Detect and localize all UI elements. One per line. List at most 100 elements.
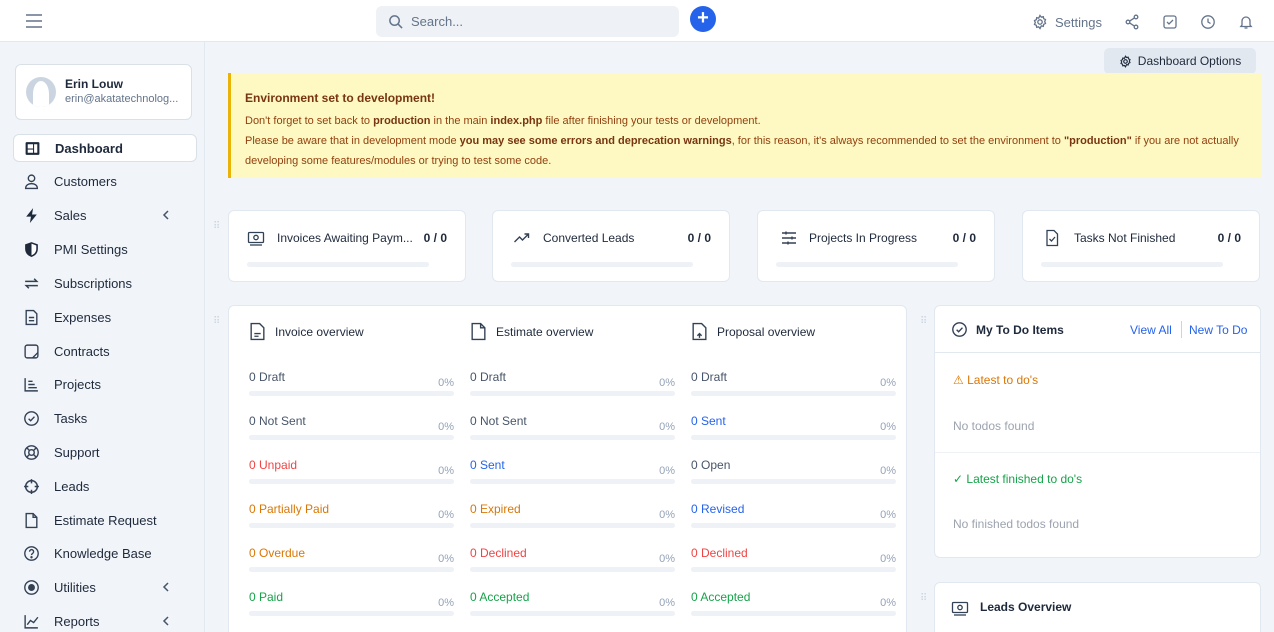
overview-row[interactable]: 0 Revised 0% <box>691 502 896 542</box>
estimate-file-icon <box>470 322 487 341</box>
row-label: 0 Draft <box>470 370 507 384</box>
overview-row[interactable]: 0 Sent 0% <box>470 458 675 498</box>
stat-card-invoices[interactable]: Invoices Awaiting Paym... 0 / 0 <box>228 210 466 282</box>
bell-icon[interactable] <box>1238 14 1254 30</box>
sidebar-item-sales[interactable]: Sales <box>13 201 197 229</box>
sidebar-item-reports[interactable]: Reports <box>13 607 197 632</box>
overview-row[interactable]: 0 Accepted 0% <box>470 590 675 630</box>
row-percent: 0% <box>659 377 675 389</box>
file-icon <box>23 512 40 529</box>
row-percent: 0% <box>880 509 896 521</box>
overview-row[interactable]: 0 Not Sent 0% <box>470 414 675 454</box>
overview-row[interactable]: 0 Not Sent 0% <box>249 414 454 454</box>
overview-row[interactable]: 0 Draft 0% <box>691 370 896 410</box>
latest-finished-label: Latest finished to do's <box>966 472 1083 486</box>
row-percent: 0% <box>659 421 675 433</box>
menu-icon[interactable] <box>24 12 44 30</box>
sidebar-item-tasks[interactable]: Tasks <box>13 404 197 432</box>
alert-text: you may see some errors and deprecation … <box>459 135 732 147</box>
row-progress-bar <box>249 611 454 616</box>
alert-text: in the main <box>430 115 491 127</box>
sidebar-item-knowledge-base[interactable]: Knowledge Base <box>13 539 197 567</box>
row-progress-bar <box>691 611 896 616</box>
stat-progress-bar <box>511 262 693 267</box>
overview-row[interactable]: 0 Sent 0% <box>691 414 896 454</box>
invoice-file-icon <box>249 322 266 341</box>
overview-row[interactable]: 0 Declined 0% <box>470 546 675 586</box>
drag-handle[interactable]: ⠿ <box>920 317 927 329</box>
sliders-icon <box>780 229 798 247</box>
drag-handle[interactable]: ⠿ <box>213 317 220 329</box>
overview-row[interactable]: 0 Partially Paid 0% <box>249 502 454 542</box>
user-profile-card[interactable]: Erin Louw erin@akatatechnolog... <box>15 64 192 120</box>
overview-row[interactable]: 0 Accepted 0% <box>691 590 896 630</box>
sidebar-item-label: Leads <box>54 478 90 494</box>
leads-icon <box>951 599 969 617</box>
row-progress-bar <box>470 435 675 440</box>
sidebar-item-subscriptions[interactable]: Subscriptions <box>13 269 197 297</box>
alert-text: Don't forget to set back to <box>245 115 374 127</box>
sidebar-item-contracts[interactable]: Contracts <box>13 337 197 365</box>
row-label: 0 Overdue <box>249 546 306 560</box>
sidebar-item-customers[interactable]: Customers <box>13 167 197 195</box>
overview-row[interactable]: 0 Paid 0% <box>249 590 454 630</box>
overview-row[interactable]: 0 Overdue 0% <box>249 546 454 586</box>
row-percent: 0% <box>659 509 675 521</box>
warning-icon: ⚠ <box>953 373 968 387</box>
row-progress-bar <box>470 567 675 572</box>
sidebar-item-expenses[interactable]: Expenses <box>13 303 197 331</box>
stat-progress-bar <box>1041 262 1223 267</box>
view-all-link[interactable]: View All <box>1130 323 1172 337</box>
stat-card-projects-in-progress[interactable]: Projects In Progress 0 / 0 <box>757 210 995 282</box>
settings-label: Settings <box>1055 14 1102 30</box>
overview-title: Proposal overview <box>717 324 816 339</box>
row-label: 0 Open <box>691 458 731 472</box>
overview-row[interactable]: 0 Expired 0% <box>470 502 675 542</box>
sidebar-item-label: Dashboard <box>55 140 123 156</box>
row-label: 0 Not Sent <box>249 414 306 428</box>
sidebar-item-label: Projects <box>54 376 101 392</box>
sidebar-item-label: Contracts <box>54 343 110 359</box>
row-label: 0 Accepted <box>691 590 751 604</box>
sidebar: Erin Louw erin@akatatechnolog... Dashboa… <box>0 42 205 632</box>
overview-row[interactable]: 0 Draft 0% <box>249 370 454 410</box>
leads-overview-title: Leads Overview <box>980 600 1072 614</box>
row-label: 0 Unpaid <box>249 458 298 472</box>
sidebar-item-pmi-settings[interactable]: PMI Settings <box>13 235 197 263</box>
overview-row[interactable]: 0 Open 0% <box>691 458 896 498</box>
row-progress-bar <box>470 479 675 484</box>
search-input[interactable]: Search... <box>376 6 679 37</box>
sidebar-item-utilities[interactable]: Utilities <box>13 573 197 601</box>
user-name: Erin Louw <box>65 77 123 91</box>
new-todo-link[interactable]: New To Do <box>1189 323 1247 337</box>
chevron-left-icon <box>161 209 171 221</box>
row-percent: 0% <box>659 553 675 565</box>
share-icon[interactable] <box>1124 14 1140 30</box>
stat-card-tasks-not-finished[interactable]: Tasks Not Finished 0 / 0 <box>1022 210 1260 282</box>
checkbox-icon[interactable] <box>1162 14 1178 30</box>
sidebar-item-label: Estimate Request <box>54 512 157 528</box>
overview-row[interactable]: 0 Unpaid 0% <box>249 458 454 498</box>
settings-link[interactable]: Settings <box>1032 14 1102 30</box>
drag-handle[interactable]: ⠿ <box>213 222 220 234</box>
sidebar-item-projects[interactable]: Projects <box>13 370 197 398</box>
row-label: 0 Revised <box>691 502 745 516</box>
clock-icon[interactable] <box>1200 14 1216 30</box>
sidebar-item-dashboard[interactable]: Dashboard <box>13 134 197 162</box>
quick-add-button[interactable]: + <box>690 6 716 32</box>
sidebar-item-leads[interactable]: Leads <box>13 472 197 500</box>
sidebar-item-support[interactable]: Support <box>13 438 197 466</box>
drag-handle[interactable]: ⠿ <box>920 594 927 606</box>
sidebar-item-label: Support <box>54 444 100 460</box>
overview-row[interactable]: 0 Declined 0% <box>691 546 896 586</box>
dashboard-options-button[interactable]: Dashboard Options <box>1104 48 1256 74</box>
stat-card-converted-leads[interactable]: Converted Leads 0 / 0 <box>492 210 730 282</box>
chevron-left-icon <box>161 581 171 593</box>
overview-row[interactable]: 0 Draft 0% <box>470 370 675 410</box>
divider <box>935 452 1260 453</box>
row-percent: 0% <box>438 553 454 565</box>
sidebar-item-label: PMI Settings <box>54 241 128 257</box>
row-progress-bar <box>249 567 454 572</box>
sidebar-item-estimate-request[interactable]: Estimate Request <box>13 506 197 534</box>
alert-text: index.php <box>490 115 543 127</box>
